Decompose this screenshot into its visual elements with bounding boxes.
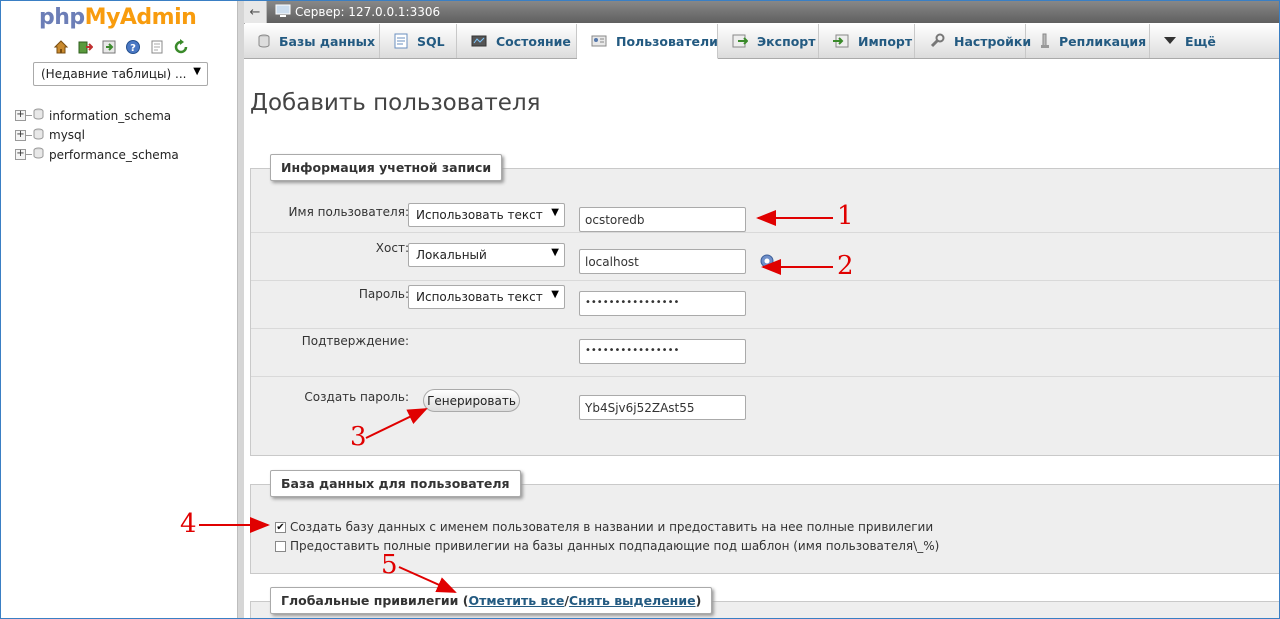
app-window: phpMyAdmin ? (Недавние таблицы) ... ▼ + … (0, 0, 1280, 619)
annotation-3: 3 (350, 422, 367, 452)
annotation-2: 2 (837, 251, 854, 281)
annotation-4: 4 (180, 509, 197, 539)
annotation-arrow-5 (398, 566, 457, 593)
annotation-1: 1 (837, 201, 854, 231)
annotation-arrow-3 (365, 408, 428, 439)
annotation-5: 5 (381, 550, 398, 580)
